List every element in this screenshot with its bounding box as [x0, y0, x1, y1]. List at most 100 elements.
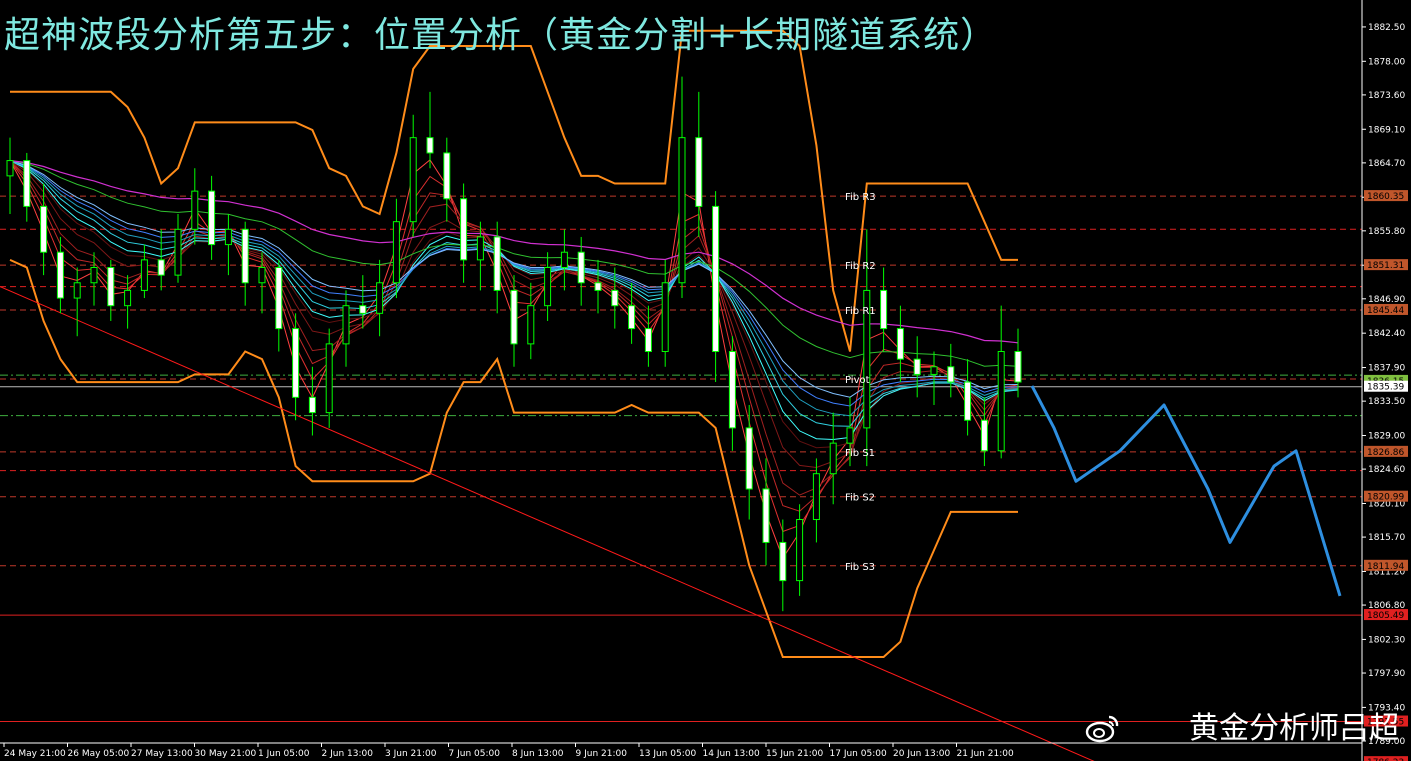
candle-body	[628, 305, 636, 330]
candle-body	[392, 221, 400, 284]
time-tick-label: 14 Jun 13:00	[703, 749, 760, 759]
candle-body	[157, 259, 165, 276]
time-tick-label: 20 Jun 13:00	[893, 749, 950, 759]
candle-body	[644, 328, 652, 353]
candle-body	[40, 205, 48, 253]
author-watermark: 黄金分析师吕超	[1189, 711, 1399, 746]
time-tick-label: 9 Jun 21:00	[576, 749, 628, 759]
candle-body	[6, 160, 14, 177]
candle-body	[426, 137, 434, 154]
time-tick-label: 27 May 13:00	[131, 749, 193, 759]
candle-body	[493, 236, 501, 291]
candle-body	[325, 343, 333, 414]
candle-body	[342, 305, 350, 345]
time-tick-label: 13 Jun 05:00	[639, 749, 696, 759]
candle-body	[460, 198, 468, 261]
price-tick-label: 1864.70	[1368, 159, 1405, 169]
time-tick-label: 1 Jun 05:00	[258, 749, 310, 759]
chart-title: 超神波段分析第五步：位置分析（黄金分割+长期隧道系统）	[4, 15, 998, 56]
price-tick-label: 1815.70	[1368, 533, 1405, 543]
price-marker-label: 1826.86	[1367, 448, 1404, 458]
candle-body	[695, 137, 703, 207]
price-tick-label: 1824.60	[1368, 465, 1405, 475]
candle-body	[779, 541, 787, 582]
candle-body	[896, 328, 904, 360]
candle-body	[23, 160, 31, 207]
time-tick-label: 7 Jun 05:00	[449, 749, 501, 759]
candle-body	[611, 289, 619, 307]
candle-body	[224, 228, 232, 246]
time-tick-label: 26 May 05:00	[68, 749, 130, 759]
price-marker-label: 1835.39	[1367, 383, 1404, 393]
chart-background	[0, 0, 1411, 761]
candle-body	[678, 137, 686, 284]
candle-body	[560, 251, 568, 268]
time-tick-label: 21 Jun 21:00	[957, 749, 1014, 759]
price-tick-label: 1846.90	[1368, 295, 1405, 305]
fib-level-label: Fib R3	[845, 192, 876, 203]
fib-level-label: Fib S2	[845, 493, 875, 504]
candle-body	[661, 282, 669, 353]
price-tick-label: 1797.90	[1368, 669, 1405, 679]
candle-body	[880, 289, 888, 330]
candle-body	[208, 190, 216, 246]
candle-body	[745, 427, 753, 490]
price-tick-label: 1878.00	[1368, 57, 1405, 67]
candle-body	[56, 251, 64, 299]
fib-level-label: Fib S3	[845, 562, 875, 573]
candle-body	[292, 328, 300, 398]
time-tick-label: 2 Jun 13:00	[322, 749, 374, 759]
candle-body	[1014, 351, 1022, 383]
candle-body	[241, 228, 249, 284]
time-tick-label: 24 May 21:00	[4, 749, 66, 759]
candlestick-chart: Fib R3 Fib R2 Fib R1 Pivot Fib S1 Fib S2 Fib S…	[0, 0, 1411, 761]
price-tick-label: 1882.50	[1368, 23, 1405, 33]
time-tick-label: 30 May 21:00	[195, 749, 257, 759]
price-tick-label: 1837.90	[1368, 364, 1405, 374]
price-tick-label: 1802.30	[1368, 635, 1405, 645]
candle-body	[258, 266, 266, 284]
candle-body	[124, 289, 132, 307]
time-tick-label: 15 Jun 21:00	[766, 749, 823, 759]
price-tick-label: 1869.10	[1368, 125, 1405, 135]
fib-level-label: Fib R2	[845, 261, 876, 272]
candle-body	[594, 282, 602, 291]
price-marker-label: 1820.99	[1367, 493, 1404, 503]
candle-body	[997, 351, 1005, 452]
price-marker-label: 1805.49	[1367, 611, 1404, 621]
candle-body	[527, 305, 535, 345]
price-tick-label: 1873.60	[1368, 91, 1405, 101]
candle-body	[359, 305, 367, 314]
candle-body	[275, 266, 283, 330]
candle-body	[476, 236, 484, 261]
candle-body	[544, 266, 552, 307]
time-tick-label: 3 Jun 21:00	[385, 749, 437, 759]
fib-level-label: Fib S1	[845, 448, 875, 459]
price-marker-label: 1860.35	[1367, 192, 1404, 202]
candle-body	[376, 282, 384, 314]
price-tick-label: 1855.80	[1368, 227, 1405, 237]
candle-body	[980, 419, 988, 452]
candle-body	[191, 190, 199, 230]
price-tick-label: 1833.50	[1368, 397, 1405, 407]
candle-body	[409, 137, 417, 223]
fib-level-label: Pivot	[845, 375, 870, 386]
candle-body	[964, 381, 972, 421]
candle-body	[174, 228, 182, 276]
candle-body	[762, 488, 770, 543]
candle-body	[796, 519, 804, 582]
candle-body	[728, 351, 736, 429]
candle-body	[90, 266, 98, 284]
candle-body	[443, 152, 451, 200]
candle-body	[712, 205, 720, 353]
price-tick-label: 1842.40	[1368, 329, 1405, 339]
candle-body	[829, 442, 837, 475]
candle-body	[846, 427, 854, 444]
candle-body	[930, 366, 938, 375]
candle-body	[73, 282, 81, 299]
time-tick-label: 17 Jun 05:00	[830, 749, 887, 759]
candle-body	[913, 358, 921, 375]
candle-body	[577, 251, 585, 284]
candle-body	[308, 396, 316, 414]
price-marker-label: 1811.94	[1367, 562, 1404, 572]
